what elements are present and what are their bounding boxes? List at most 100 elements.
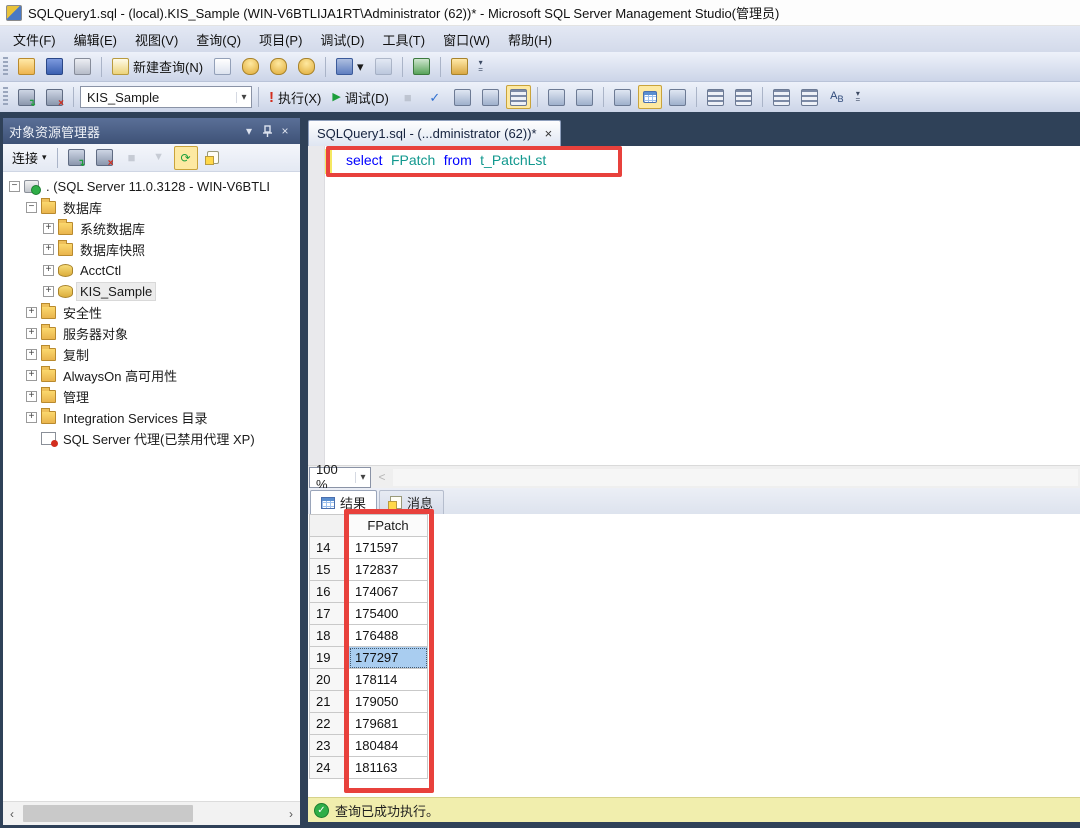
oe-stop-script-button[interactable] bbox=[201, 146, 225, 170]
activity-monitor-button[interactable] bbox=[409, 55, 434, 79]
tab-results[interactable]: 结果 bbox=[310, 490, 377, 514]
collapse-icon[interactable]: − bbox=[26, 202, 37, 213]
window-position-button[interactable]: ▾ bbox=[240, 122, 258, 140]
close-panel-button[interactable]: × bbox=[276, 122, 294, 140]
decrease-indent-button[interactable] bbox=[769, 85, 794, 109]
disconnect-button[interactable] bbox=[42, 85, 67, 109]
tree-item[interactable]: +Integration Services 目录 bbox=[3, 407, 300, 428]
expand-icon[interactable]: + bbox=[26, 349, 37, 360]
collapse-icon[interactable]: − bbox=[9, 181, 20, 192]
comment-button[interactable] bbox=[703, 85, 728, 109]
editor-scroll-left-icon[interactable]: < bbox=[371, 470, 393, 484]
oe-connect-button[interactable] bbox=[64, 146, 89, 170]
query-designer-button[interactable] bbox=[478, 85, 503, 109]
menu-item[interactable]: 查询(Q) bbox=[187, 26, 250, 53]
scrollbar-thumb[interactable] bbox=[23, 805, 193, 822]
increase-indent-button[interactable] bbox=[797, 85, 822, 109]
open-window-dropdown-button[interactable]: ▾ bbox=[332, 55, 368, 79]
grid-row-header[interactable]: 16 bbox=[310, 581, 349, 603]
new-query-button[interactable]: 新建查询(N) bbox=[108, 55, 207, 79]
oe-refresh-button[interactable]: ⟳ bbox=[174, 146, 198, 170]
include-actual-plan-button[interactable] bbox=[544, 85, 569, 109]
dmx-query-button[interactable] bbox=[266, 55, 291, 79]
tree-item[interactable]: −数据库 bbox=[3, 197, 300, 218]
grid-row-header[interactable]: 23 bbox=[310, 735, 349, 757]
expand-icon[interactable]: + bbox=[43, 265, 54, 276]
estimated-plan-button[interactable] bbox=[450, 85, 475, 109]
stop-button[interactable]: ■ bbox=[396, 85, 420, 109]
grid-cell[interactable]: 175400 bbox=[349, 603, 428, 625]
query-editor[interactable]: select FPatch from t_PatchLst bbox=[308, 146, 1080, 465]
grid-cell[interactable]: 176488 bbox=[349, 625, 428, 647]
grid-row-header[interactable]: 19 bbox=[310, 647, 349, 669]
toolbar-grip[interactable] bbox=[3, 57, 8, 77]
menu-item[interactable]: 文件(F) bbox=[4, 26, 65, 53]
tree-item[interactable]: SQL Server 代理(已禁用代理 XP) bbox=[3, 428, 300, 449]
query-text[interactable]: select FPatch from t_PatchLst bbox=[346, 152, 546, 170]
grid-cell-selected[interactable]: 177297 bbox=[349, 647, 428, 669]
oe-disconnect-button[interactable] bbox=[92, 146, 117, 170]
grid-cell[interactable]: 179681 bbox=[349, 713, 428, 735]
open-file-button[interactable] bbox=[14, 55, 39, 79]
object-explorer-hscrollbar[interactable]: ‹ › bbox=[3, 801, 300, 825]
menu-item[interactable]: 窗口(W) bbox=[434, 26, 499, 53]
parse-button[interactable]: ✓ bbox=[423, 85, 447, 109]
grid-cell[interactable]: 174067 bbox=[349, 581, 428, 603]
execute-button[interactable]: ! 执行(X) bbox=[265, 85, 325, 109]
expand-icon[interactable]: + bbox=[26, 328, 37, 339]
toolbar-overflow-button[interactable]: ▾= bbox=[475, 60, 487, 73]
grid-corner-cell[interactable] bbox=[310, 515, 349, 537]
tree-item[interactable]: −. (SQL Server 11.0.3128 - WIN-V6BTLI bbox=[3, 176, 300, 197]
menu-item[interactable]: 调试(D) bbox=[311, 26, 373, 53]
grid-row-header[interactable]: 20 bbox=[310, 669, 349, 691]
expand-icon[interactable]: + bbox=[43, 223, 54, 234]
toolbar-grip[interactable] bbox=[3, 87, 8, 107]
database-selector[interactable]: KIS_Sample ▾ bbox=[80, 86, 252, 108]
expand-icon[interactable]: + bbox=[26, 307, 37, 318]
client-statistics-button[interactable] bbox=[572, 85, 597, 109]
database-engine-query-button[interactable] bbox=[210, 55, 235, 79]
toolbar-overflow-button[interactable]: ▾= bbox=[852, 91, 864, 104]
menu-item[interactable]: 项目(P) bbox=[250, 26, 311, 53]
grid-row-header[interactable]: 18 bbox=[310, 625, 349, 647]
scroll-right-arrow-icon[interactable]: › bbox=[282, 807, 300, 821]
grid-cell[interactable]: 181163 bbox=[349, 757, 428, 779]
send-disabled-button[interactable] bbox=[371, 55, 396, 79]
grid-row-header[interactable]: 15 bbox=[310, 559, 349, 581]
expand-icon[interactable]: + bbox=[26, 391, 37, 402]
scrollbar-track[interactable] bbox=[21, 802, 282, 825]
menu-item[interactable]: 编辑(E) bbox=[65, 26, 126, 53]
grid-cell[interactable]: 178114 bbox=[349, 669, 428, 691]
object-explorer-header[interactable]: 对象资源管理器 ▾ × bbox=[3, 118, 300, 144]
tree-item[interactable]: +数据库快照 bbox=[3, 239, 300, 260]
connect-menu-button[interactable]: 连接 ▾ bbox=[8, 146, 51, 170]
grid-row-header[interactable]: 22 bbox=[310, 713, 349, 735]
tree-item[interactable]: +复制 bbox=[3, 344, 300, 365]
grid-row-header[interactable]: 14 bbox=[310, 537, 349, 559]
save-button[interactable] bbox=[42, 55, 67, 79]
tree-item[interactable]: +服务器对象 bbox=[3, 323, 300, 344]
scroll-left-arrow-icon[interactable]: ‹ bbox=[3, 807, 21, 821]
grid-cell[interactable]: 179050 bbox=[349, 691, 428, 713]
specify-template-values-button[interactable] bbox=[506, 85, 531, 109]
menu-item[interactable]: 工具(T) bbox=[373, 26, 434, 53]
grid-row-header[interactable]: 17 bbox=[310, 603, 349, 625]
tree-item[interactable]: +安全性 bbox=[3, 302, 300, 323]
uncomment-button[interactable] bbox=[731, 85, 756, 109]
grid-row-header[interactable]: 24 bbox=[310, 757, 349, 779]
grid-cell[interactable]: 172837 bbox=[349, 559, 428, 581]
menu-item[interactable]: 帮助(H) bbox=[499, 26, 561, 53]
tree-item[interactable]: +管理 bbox=[3, 386, 300, 407]
zoom-selector[interactable]: 100 % ▾ bbox=[309, 467, 371, 488]
oe-stop-button[interactable]: ■ bbox=[120, 146, 144, 170]
grid-column-header[interactable]: FPatch bbox=[349, 515, 428, 537]
expand-icon[interactable]: + bbox=[26, 412, 37, 423]
tree-item[interactable]: +系统数据库 bbox=[3, 218, 300, 239]
expand-icon[interactable]: + bbox=[43, 244, 54, 255]
specify-values-button[interactable]: AB bbox=[825, 85, 849, 109]
tab-messages[interactable]: 消息 bbox=[379, 490, 444, 514]
results-to-text-button[interactable] bbox=[610, 85, 635, 109]
grid-cell[interactable]: 180484 bbox=[349, 735, 428, 757]
xmla-query-button[interactable] bbox=[294, 55, 319, 79]
mdx-query-button[interactable] bbox=[238, 55, 263, 79]
